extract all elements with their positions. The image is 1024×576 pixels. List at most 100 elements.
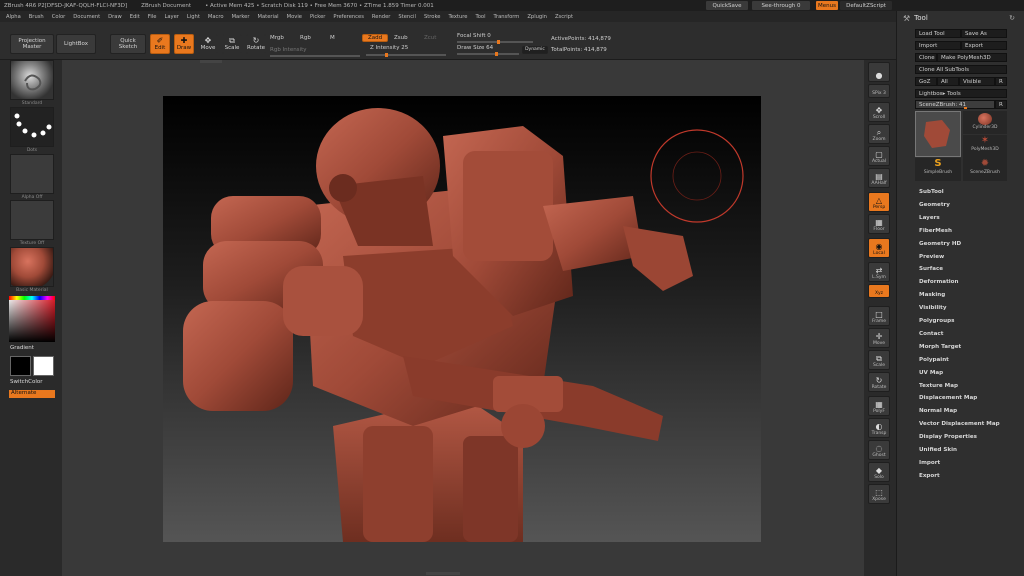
- tool-menu-masking[interactable]: Masking: [919, 292, 945, 298]
- tool-menu-contact[interactable]: Contact: [919, 331, 943, 337]
- focal-shift-knob[interactable]: [497, 40, 500, 44]
- document-canvas[interactable]: [163, 96, 761, 542]
- tool-menu-import[interactable]: Import: [919, 460, 940, 466]
- tool-menu-geometry-hd[interactable]: Geometry HD: [919, 241, 961, 247]
- quicksave-button[interactable]: QuickSave: [706, 1, 748, 10]
- edit-button[interactable]: ✐ Edit: [150, 34, 170, 54]
- bottom-scroll-handle[interactable]: [426, 572, 460, 575]
- z-intensity-knob[interactable]: [385, 53, 389, 57]
- tool-menu-visibility[interactable]: Visibility: [919, 305, 946, 311]
- menus-button[interactable]: Menus: [816, 1, 838, 10]
- shelf-xyz-button[interactable]: Xyz: [868, 284, 890, 298]
- tool-menu-morph-target[interactable]: Morph Target: [919, 344, 961, 350]
- shelf-lsym-button[interactable]: ⇄ L.Sym: [868, 262, 890, 282]
- shelf-rotate-button[interactable]: ↻ Rotate: [868, 372, 890, 392]
- clone-button[interactable]: Clone: [915, 53, 937, 62]
- tool-menu-normal-map[interactable]: Normal Map: [919, 408, 957, 414]
- menu-zplugin[interactable]: Zplugin: [527, 14, 547, 20]
- tool-menu-vector-displacement-map[interactable]: Vector Displacement Map: [919, 421, 1000, 427]
- menu-tool[interactable]: Tool: [475, 14, 485, 20]
- tool-menu-polygroups[interactable]: Polygroups: [919, 318, 954, 324]
- goz-all-button[interactable]: All: [937, 77, 959, 86]
- clone-all-subtools-button[interactable]: Clone All SubTools: [915, 65, 1007, 74]
- current-tool-thumbnail[interactable]: [915, 111, 961, 157]
- tool-menu-fibermesh[interactable]: FiberMesh: [919, 228, 952, 234]
- shelf-transp-button[interactable]: ◐ Transp: [868, 418, 890, 438]
- menu-stroke[interactable]: Stroke: [424, 14, 441, 20]
- see-through-slider[interactable]: See-through 0: [752, 1, 810, 10]
- shelf-actual-button[interactable]: ▢ Actual: [868, 146, 890, 166]
- draw-size-label[interactable]: Draw Size 64: [457, 45, 493, 51]
- move-button[interactable]: ✥ Move: [198, 34, 218, 54]
- shelf-zoom-button[interactable]: ⌕ Zoom: [868, 124, 890, 144]
- secondary-color-swatch[interactable]: [33, 356, 54, 376]
- goz-button[interactable]: GoZ: [915, 77, 937, 86]
- tool-menu-displacement-map[interactable]: Displacement Map: [919, 395, 977, 401]
- rgb-intensity-label[interactable]: Rgb Intensity: [270, 47, 307, 53]
- menu-render[interactable]: Render: [372, 14, 390, 20]
- menu-edit[interactable]: Edit: [130, 14, 140, 20]
- color-picker[interactable]: [9, 296, 55, 342]
- tool-palette-header[interactable]: ⚒ Tool ↻: [897, 11, 1024, 25]
- shelf-aahalf-button[interactable]: ▤ AAHalf: [868, 168, 890, 188]
- shelf-floor-button[interactable]: ▦ Floor: [868, 214, 890, 234]
- make-polymesh-button[interactable]: Make PolyMesh3D: [937, 53, 1007, 62]
- export-button[interactable]: Export: [961, 41, 1007, 50]
- focal-shift-slider[interactable]: [457, 40, 533, 44]
- z-intensity-slider[interactable]: [366, 53, 446, 57]
- texture-thumbnail[interactable]: [10, 200, 54, 240]
- scene-r-button[interactable]: R: [995, 100, 1007, 109]
- gradient-label[interactable]: Gradient: [10, 345, 34, 351]
- projection-master-button[interactable]: Projection Master: [10, 34, 54, 54]
- zsub-button[interactable]: Zsub: [394, 35, 408, 41]
- main-color-swatch[interactable]: [10, 356, 31, 376]
- shelf-move-button[interactable]: ✛ Move: [868, 328, 890, 348]
- shelf-xpose-button[interactable]: ⬚ Xpose: [868, 484, 890, 504]
- tool-menu-geometry[interactable]: Geometry: [919, 202, 950, 208]
- alternate-button[interactable]: Alternate: [9, 390, 55, 398]
- stroke-thumbnail[interactable]: [10, 107, 54, 147]
- hue-strip[interactable]: [9, 296, 55, 300]
- shelf-polyf-button[interactable]: ▦ PolyF: [868, 396, 890, 416]
- tool-menu-uv-map[interactable]: UV Map: [919, 370, 943, 376]
- zcut-button[interactable]: Zcut: [424, 35, 436, 41]
- menu-document[interactable]: Document: [73, 14, 100, 20]
- switchcolor-button[interactable]: SwitchColor: [10, 379, 43, 385]
- tool-menu-deformation[interactable]: Deformation: [919, 279, 959, 285]
- quick-sketch-button[interactable]: Quick Sketch: [110, 34, 146, 54]
- menu-macro[interactable]: Macro: [208, 14, 224, 20]
- tool-menu-export[interactable]: Export: [919, 473, 940, 479]
- scenezbrush-thumbnail[interactable]: ✹ SceneZBrush: [963, 158, 1007, 181]
- tool-menu-display-properties[interactable]: Display Properties: [919, 434, 977, 440]
- menu-marker[interactable]: Marker: [232, 14, 250, 20]
- shelf-ghost-button[interactable]: ◌ Ghost: [868, 440, 890, 460]
- menu-brush[interactable]: Brush: [29, 14, 44, 20]
- menu-light[interactable]: Light: [187, 14, 200, 20]
- brush-thumbnail[interactable]: [10, 60, 54, 100]
- cylinder3d-thumbnail[interactable]: Cylinder3D: [963, 111, 1007, 134]
- z-intensity-label[interactable]: Z Intensity 25: [370, 45, 408, 51]
- goz-visible-button[interactable]: Visible: [959, 77, 995, 86]
- rotate-button[interactable]: ↻ Rotate: [246, 34, 266, 54]
- menu-alpha[interactable]: Alpha: [6, 14, 21, 20]
- simplebrush-thumbnail[interactable]: S SimpleBrush: [915, 158, 961, 181]
- focal-shift-label[interactable]: Focal Shift 0: [457, 33, 491, 39]
- shelf-sphere-button[interactable]: ●: [868, 62, 890, 82]
- alpha-thumbnail[interactable]: [10, 154, 54, 194]
- tool-menu-preview[interactable]: Preview: [919, 254, 944, 260]
- tool-menu-subtool[interactable]: SubTool: [919, 189, 944, 195]
- refresh-icon[interactable]: ↻: [1009, 14, 1015, 22]
- m-button[interactable]: M: [330, 35, 335, 41]
- lightbox-button[interactable]: LightBox: [56, 34, 96, 54]
- menu-zscript[interactable]: Zscript: [555, 14, 573, 20]
- tool-menu-layers[interactable]: Layers: [919, 215, 940, 221]
- mrgb-button[interactable]: Mrgb: [270, 35, 284, 41]
- menu-preferences[interactable]: Preferences: [333, 14, 364, 20]
- menu-movie[interactable]: Movie: [287, 14, 302, 20]
- import-button[interactable]: Import: [915, 41, 961, 50]
- menu-material[interactable]: Material: [258, 14, 279, 20]
- shelf-scale-button[interactable]: ⧉ Scale: [868, 350, 890, 370]
- menu-draw[interactable]: Draw: [108, 14, 122, 20]
- shelf-frame-button[interactable]: □ Frame: [868, 306, 890, 326]
- rgb-intensity-slider[interactable]: [270, 55, 360, 57]
